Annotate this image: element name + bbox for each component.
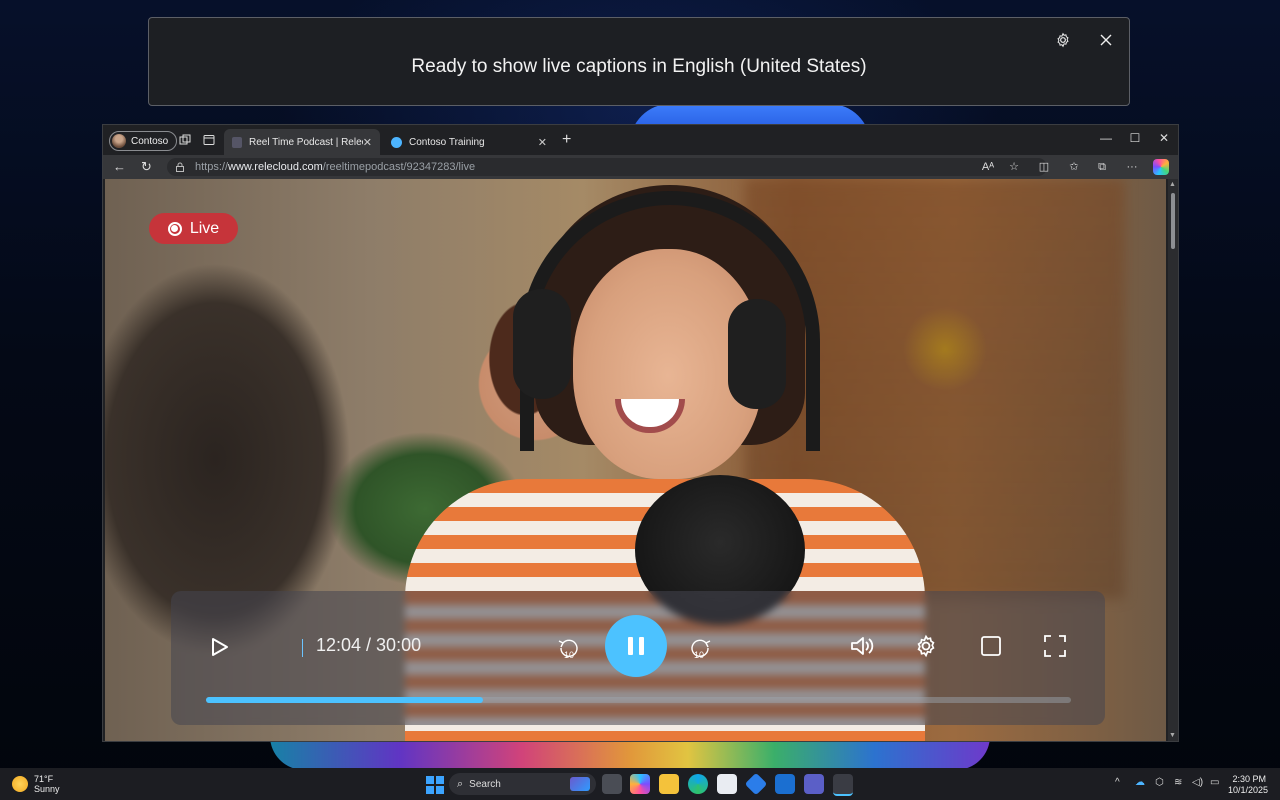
live-captions-app-icon[interactable] (833, 774, 853, 796)
live-record-icon (167, 221, 182, 236)
teams-icon[interactable] (804, 774, 824, 794)
search-highlight-icon (570, 777, 590, 791)
weather-widget[interactable]: 71°F Sunny (12, 774, 60, 794)
tab-favicon-icon (232, 136, 242, 148)
copilot-icon[interactable] (1153, 159, 1169, 175)
outlook-icon[interactable] (775, 774, 795, 794)
refresh-icon[interactable]: ↻ (141, 159, 152, 175)
wifi-icon[interactable]: ≋ (1174, 777, 1182, 788)
scroll-thumb[interactable] (1171, 193, 1175, 249)
browser-window: Contoso Reel Time Podcast | Releclo ✕ Co… (102, 124, 1179, 742)
search-icon: ⌕ (457, 777, 464, 790)
collections-icon[interactable]: ⧉ (1095, 160, 1109, 174)
taskbar-clock[interactable]: 2:30 PM 10/1/2025 (1228, 774, 1269, 796)
progress-fill (206, 697, 483, 703)
file-explorer-icon[interactable] (659, 774, 679, 794)
tab-title: Contoso Training (409, 136, 485, 148)
clock-date: 10/1/2025 (1228, 785, 1269, 795)
miniplayer-icon[interactable] (976, 631, 1006, 661)
task-view-icon[interactable] (602, 774, 622, 794)
edge-browser-icon[interactable] (688, 774, 708, 794)
url-host: www.relecloud.com (228, 161, 323, 173)
url-scheme: https:// (195, 161, 229, 173)
caption-text: Ready to show live captions in English (… (411, 56, 867, 77)
profile-name: Contoso (131, 135, 169, 147)
tab-title: Reel Time Podcast | Releclo (248, 136, 363, 148)
maximize-icon[interactable]: ☐ (1125, 131, 1145, 145)
browser-toolbar: ← ↻ https:// www.relecloud.com /reeltime… (103, 155, 1178, 179)
new-tab-icon[interactable]: + (562, 131, 571, 149)
volume-icon[interactable] (847, 631, 877, 661)
headphone-right-cup (728, 299, 786, 409)
tab-close-icon[interactable]: ✕ (538, 136, 547, 149)
pause-button[interactable] (605, 615, 667, 677)
azure-app-icon[interactable] (744, 772, 768, 796)
scroll-down-icon[interactable]: ▼ (1169, 732, 1176, 739)
back-icon[interactable]: ← (113, 159, 126, 174)
skip-forward-label: 10 (694, 650, 704, 660)
window-close-icon[interactable]: ✕ (1154, 131, 1174, 145)
read-aloud-icon[interactable]: Aᴬ (981, 160, 995, 174)
caption-close-icon[interactable] (1092, 26, 1120, 54)
favorite-star-icon[interactable]: ☆ (1007, 160, 1021, 174)
player-settings-icon[interactable] (911, 631, 941, 661)
speaker-icon[interactable]: ◁) (1192, 777, 1203, 788)
player-controls: 12:04 / 30:00 10 10 (171, 591, 1105, 725)
favorites-icon[interactable]: ✩ (1067, 160, 1081, 174)
store-icon[interactable] (717, 774, 737, 794)
copilot-app-icon[interactable] (630, 774, 650, 794)
url-path: /reeltimepodcast/92347283/live (322, 161, 476, 173)
split-screen-icon[interactable]: ◫ (1037, 160, 1051, 174)
network-settings-icon[interactable]: ⬡ (1155, 777, 1164, 788)
caption-settings-icon[interactable] (1049, 26, 1077, 54)
progress-bar[interactable] (206, 697, 1071, 703)
tab-favicon-icon (391, 136, 402, 148)
tab-strip: Contoso Reel Time Podcast | Releclo ✕ Co… (103, 125, 1178, 155)
time-separator (302, 639, 303, 657)
avatar (112, 134, 126, 148)
battery-icon[interactable]: ▭ (1210, 777, 1219, 788)
more-menu-icon[interactable]: ··· (1125, 160, 1139, 174)
live-badge: Live (149, 213, 238, 244)
weather-temp: 71°F (34, 774, 54, 784)
search-label: Search (469, 778, 501, 790)
lock-icon (176, 162, 184, 172)
pause-icon-bar (639, 637, 644, 655)
scroll-up-icon[interactable]: ▲ (1169, 181, 1176, 188)
workspaces-icon[interactable] (179, 133, 193, 147)
play-icon[interactable] (207, 634, 233, 660)
skip-back-label: 10 (564, 650, 574, 660)
video-player[interactable]: Live 12:04 / 30:00 10 10 (105, 179, 1166, 741)
sunny-icon (12, 776, 28, 792)
onedrive-icon[interactable]: ☁ (1135, 777, 1145, 788)
tray-overflow-icon[interactable]: ^ (1115, 777, 1120, 788)
skip-forward-10-icon[interactable]: 10 (687, 635, 715, 663)
address-bar[interactable]: https:// www.relecloud.com /reeltimepodc… (167, 158, 1047, 176)
taskbar-search[interactable]: ⌕ Search (449, 773, 596, 795)
skip-back-10-icon[interactable]: 10 (554, 635, 582, 663)
fullscreen-icon[interactable] (1040, 631, 1070, 661)
tab-contoso-training[interactable]: Contoso Training ✕ (383, 129, 555, 155)
minimize-icon[interactable]: — (1096, 131, 1116, 145)
profile-button[interactable]: Contoso (109, 131, 178, 151)
live-label: Live (189, 219, 220, 237)
tab-actions-icon[interactable] (203, 133, 217, 147)
weather-desc: Sunny (34, 784, 60, 794)
clock-time: 2:30 PM (1232, 774, 1266, 784)
start-button-icon[interactable] (426, 776, 444, 794)
live-captions-window: Ready to show live captions in English (… (148, 17, 1130, 106)
tab-close-icon[interactable]: ✕ (363, 136, 372, 149)
pause-icon (628, 637, 633, 655)
page-scrollbar[interactable]: ▲ ▼ (1168, 179, 1178, 741)
tab-reel-time-podcast[interactable]: Reel Time Podcast | Releclo ✕ (224, 129, 380, 155)
playback-time: 12:04 / 30:00 (316, 635, 422, 655)
headphone-left-cup (513, 289, 571, 399)
taskbar: 71°F Sunny ⌕ Search ^ ☁ ⬡ ≋ ◁) ▭ 2:30 PM… (0, 768, 1280, 800)
